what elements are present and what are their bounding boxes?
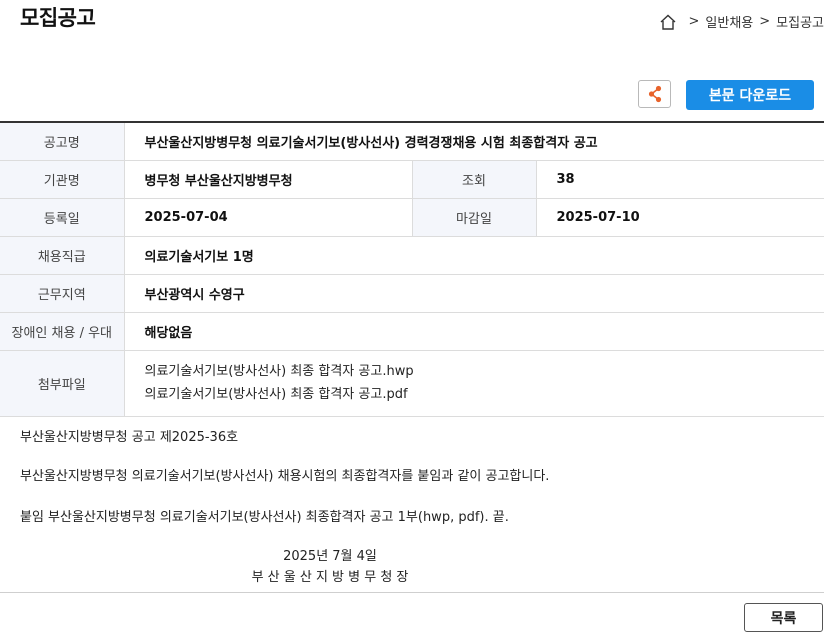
notice-registered-date: 2025-07-04 [124,198,412,237]
attachment-list: 의료기술서기보(방사선사) 최종 합격자 공고.hwp 의료기술서기보(방사선사… [124,350,824,417]
label-deadline: 마감일 [411,198,537,237]
page-title: 모집공고 [20,6,96,30]
body-signer: 부 산 울 산 지 방 병 무 청 장 [251,570,409,585]
body-attachment-note: 붙임 부산울산지방병무청 의료기술서기보(방사선사) 최종합격자 공고 1부(h… [20,510,509,525]
breadcrumb-item-general-recruit[interactable]: 일반채용 [705,12,753,31]
home-icon[interactable] [659,14,677,30]
breadcrumb: > 일반채용 > 모집공고 [659,12,824,31]
notice-agency: 병무청 부산울산지방병무청 [124,160,412,199]
label-location: 근무지역 [0,274,125,313]
label-title: 공고명 [0,122,125,161]
label-agency: 기관명 [0,160,125,199]
table-row: 공고명 부산울산지방병무청 의료기술서기보(방사선사) 경력경쟁채용 시험 최종… [0,122,824,161]
table-row: 등록일 2025-07-04 마감일 2025-07-10 [0,198,824,237]
share-button[interactable] [638,80,671,108]
divider [0,592,824,593]
breadcrumb-separator: > [688,14,700,29]
label-position: 채용직급 [0,236,125,275]
table-row: 첨부파일 의료기술서기보(방사선사) 최종 합격자 공고.hwp 의료기술서기보… [0,350,824,417]
breadcrumb-separator: > [759,14,771,29]
notice-views: 38 [536,160,824,199]
attachment-hwp-link[interactable]: 의료기술서기보(방사선사) 최종 합격자 공고.hwp [145,360,824,383]
label-attachments: 첨부파일 [0,350,125,417]
list-button[interactable]: 목록 [744,603,823,632]
table-row: 채용직급 의료기술서기보 1명 [0,236,824,275]
body-notice-number: 부산울산지방병무청 공고 제2025-36호 [20,430,239,445]
notice-position: 의료기술서기보 1명 [124,236,824,275]
share-icon [648,85,661,103]
table-row: 근무지역 부산광역시 수영구 [0,274,824,313]
body-date: 2025년 7월 4일 [283,549,377,564]
notice-info-table: 공고명 부산울산지방병무청 의료기술서기보(방사선사) 경력경쟁채용 시험 최종… [0,121,824,417]
notice-deadline-date: 2025-07-10 [536,198,824,237]
notice-disability: 해당없음 [124,312,824,351]
body-announcement: 부산울산지방병무청 의료기술서기보(방사선사) 채용시험의 최종합격자를 붙임과… [20,469,550,484]
label-views: 조회 [411,160,537,199]
label-registered: 등록일 [0,198,125,237]
attachment-pdf-link[interactable]: 의료기술서기보(방사선사) 최종 합격자 공고.pdf [145,383,824,406]
breadcrumb-item-recruit-notice[interactable]: 모집공고 [776,12,824,31]
notice-location: 부산광역시 수영구 [124,274,824,313]
table-row: 장애인 채용 / 우대 해당없음 [0,312,824,351]
label-disability: 장애인 채용 / 우대 [0,312,125,351]
download-body-button[interactable]: 본문 다운로드 [686,80,814,110]
notice-title: 부산울산지방병무청 의료기술서기보(방사선사) 경력경쟁채용 시험 최종합격자 … [124,122,824,161]
table-row: 기관명 병무청 부산울산지방병무청 조회 38 [0,160,824,199]
